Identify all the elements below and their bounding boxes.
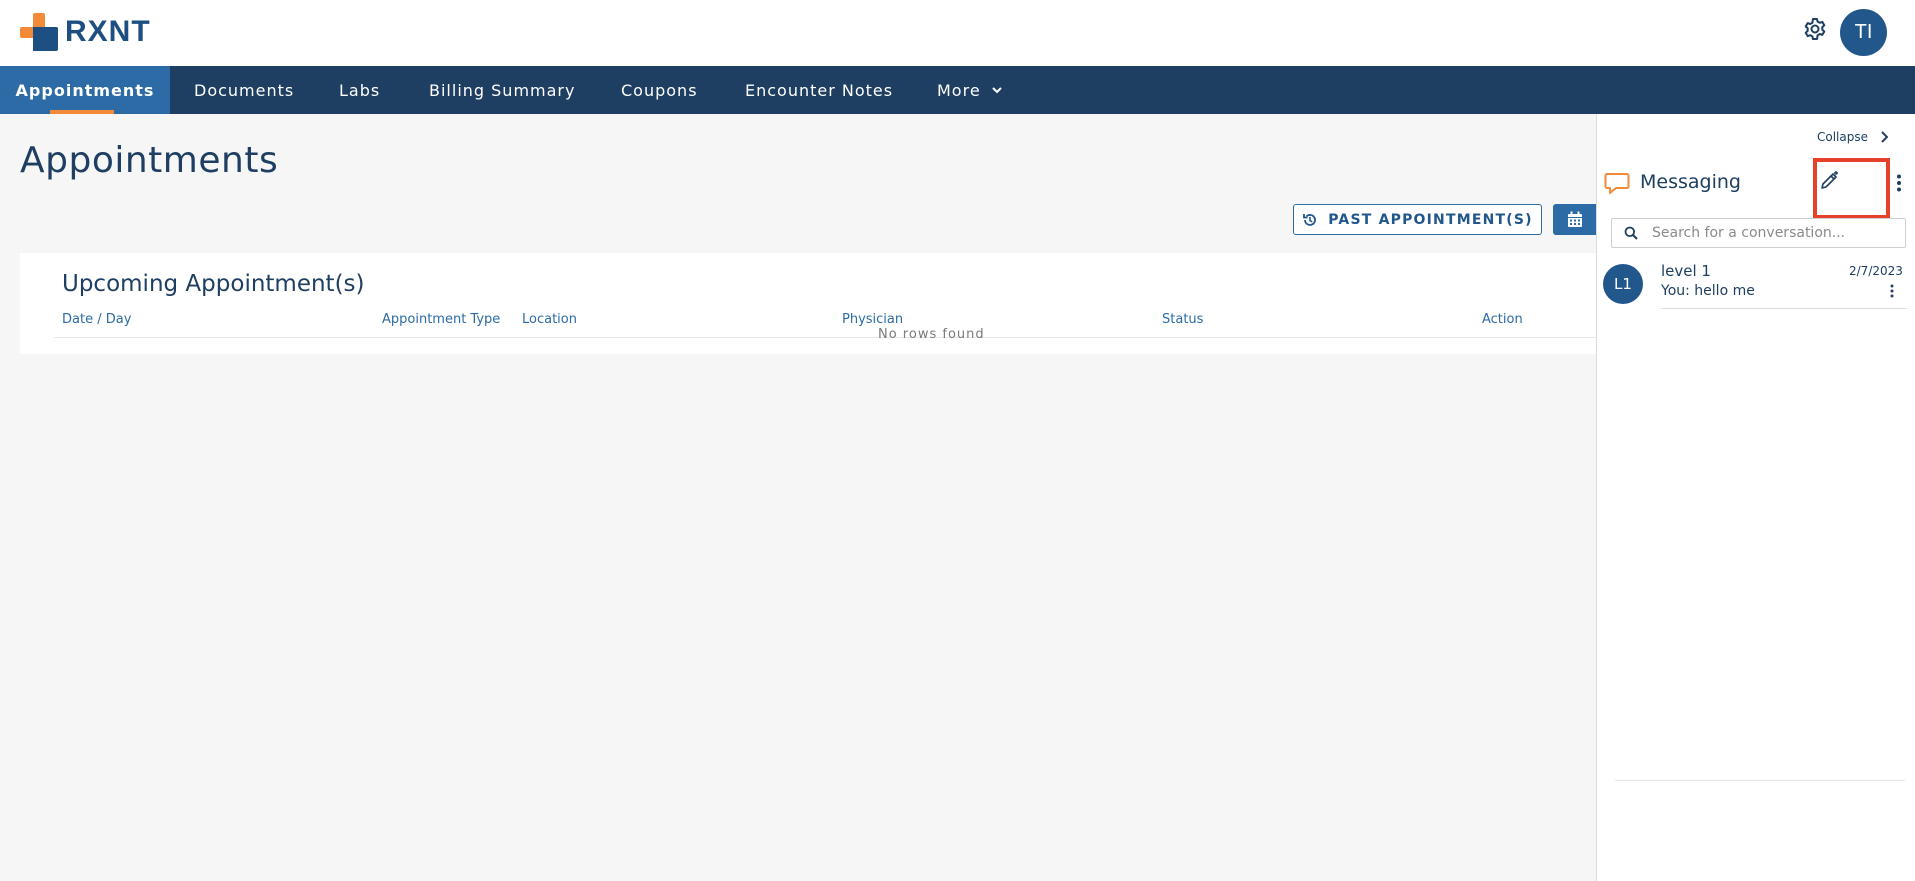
page-title: Appointments bbox=[20, 140, 279, 181]
history-icon bbox=[1303, 213, 1317, 226]
upcoming-appointments-card: Upcoming Appointment(s) Date / Day Appoi… bbox=[20, 253, 1596, 354]
calendar-icon bbox=[1568, 211, 1582, 227]
table-header-divider bbox=[54, 337, 1596, 338]
logo-text: RXNT bbox=[65, 15, 151, 48]
conversation-preview: You: hello me bbox=[1661, 283, 1755, 299]
nav-item-label: Labs bbox=[339, 80, 381, 100]
conversation-avatar: L1 bbox=[1603, 264, 1643, 304]
nav-item-billing-summary[interactable]: Billing Summary bbox=[429, 66, 575, 114]
nav-item-documents[interactable]: Documents bbox=[194, 66, 294, 114]
more-options-icon[interactable] bbox=[1897, 174, 1901, 192]
nav-item-label: More bbox=[937, 80, 981, 100]
messaging-title: Messaging bbox=[1640, 171, 1741, 193]
past-appointments-label: PAST APPOINTMENT(S) bbox=[1328, 211, 1533, 228]
logo-cross-icon bbox=[20, 13, 58, 51]
conversation-date: 2/7/2023 bbox=[1849, 264, 1903, 278]
nav-item-label: Appointments bbox=[15, 80, 155, 100]
collapse-label: Collapse bbox=[1817, 130, 1868, 144]
nav-item-coupons[interactable]: Coupons bbox=[621, 66, 698, 114]
panel-divider bbox=[1615, 780, 1905, 781]
calendar-button[interactable] bbox=[1553, 204, 1597, 235]
compose-highlight-box bbox=[1813, 158, 1890, 219]
top-header: RXNT TI bbox=[0, 0, 1915, 66]
search-input[interactable] bbox=[1652, 225, 1892, 241]
chevron-down-icon bbox=[991, 87, 1002, 94]
column-header-location[interactable]: Location bbox=[522, 312, 577, 327]
conversation-name: level 1 bbox=[1661, 262, 1711, 280]
column-header-action: Action bbox=[1482, 312, 1523, 327]
nav-item-appointments[interactable]: Appointments bbox=[0, 66, 170, 114]
nav-item-label: Billing Summary bbox=[429, 80, 576, 100]
empty-table-message: No rows found bbox=[878, 327, 985, 342]
nav-item-label: Encounter Notes bbox=[745, 80, 894, 100]
chevron-right-icon bbox=[1881, 131, 1888, 143]
conversation-divider bbox=[1661, 308, 1907, 309]
nav-item-label: Documents bbox=[194, 80, 295, 100]
column-header-physician[interactable]: Physician bbox=[842, 312, 903, 327]
past-appointments-button[interactable]: PAST APPOINTMENT(S) bbox=[1293, 204, 1542, 235]
search-icon bbox=[1624, 226, 1638, 240]
conversation-options-icon[interactable] bbox=[1890, 284, 1894, 298]
column-header-appointment-type[interactable]: Appointment Type bbox=[382, 312, 500, 327]
user-avatar[interactable]: TI bbox=[1840, 9, 1887, 56]
gear-icon[interactable] bbox=[1803, 17, 1827, 41]
collapse-panel-button[interactable]: Collapse bbox=[1817, 130, 1888, 144]
rxnt-logo[interactable]: RXNT bbox=[20, 13, 151, 51]
nav-item-more[interactable]: More bbox=[937, 66, 1003, 114]
messaging-panel: Collapse Messaging L1 level 1 2/7/2023 Y… bbox=[1596, 114, 1915, 881]
chat-bubble-icon bbox=[1604, 173, 1630, 194]
conversation-search bbox=[1611, 218, 1906, 248]
nav-item-labs[interactable]: Labs bbox=[339, 66, 380, 114]
card-title: Upcoming Appointment(s) bbox=[62, 271, 365, 297]
nav-item-encounter-notes[interactable]: Encounter Notes bbox=[745, 66, 893, 114]
nav-item-label: Coupons bbox=[621, 80, 698, 100]
main-nav: Appointments Documents Labs Billing Summ… bbox=[0, 66, 1915, 114]
column-header-date[interactable]: Date / Day bbox=[62, 312, 131, 327]
column-header-status[interactable]: Status bbox=[1162, 312, 1203, 327]
